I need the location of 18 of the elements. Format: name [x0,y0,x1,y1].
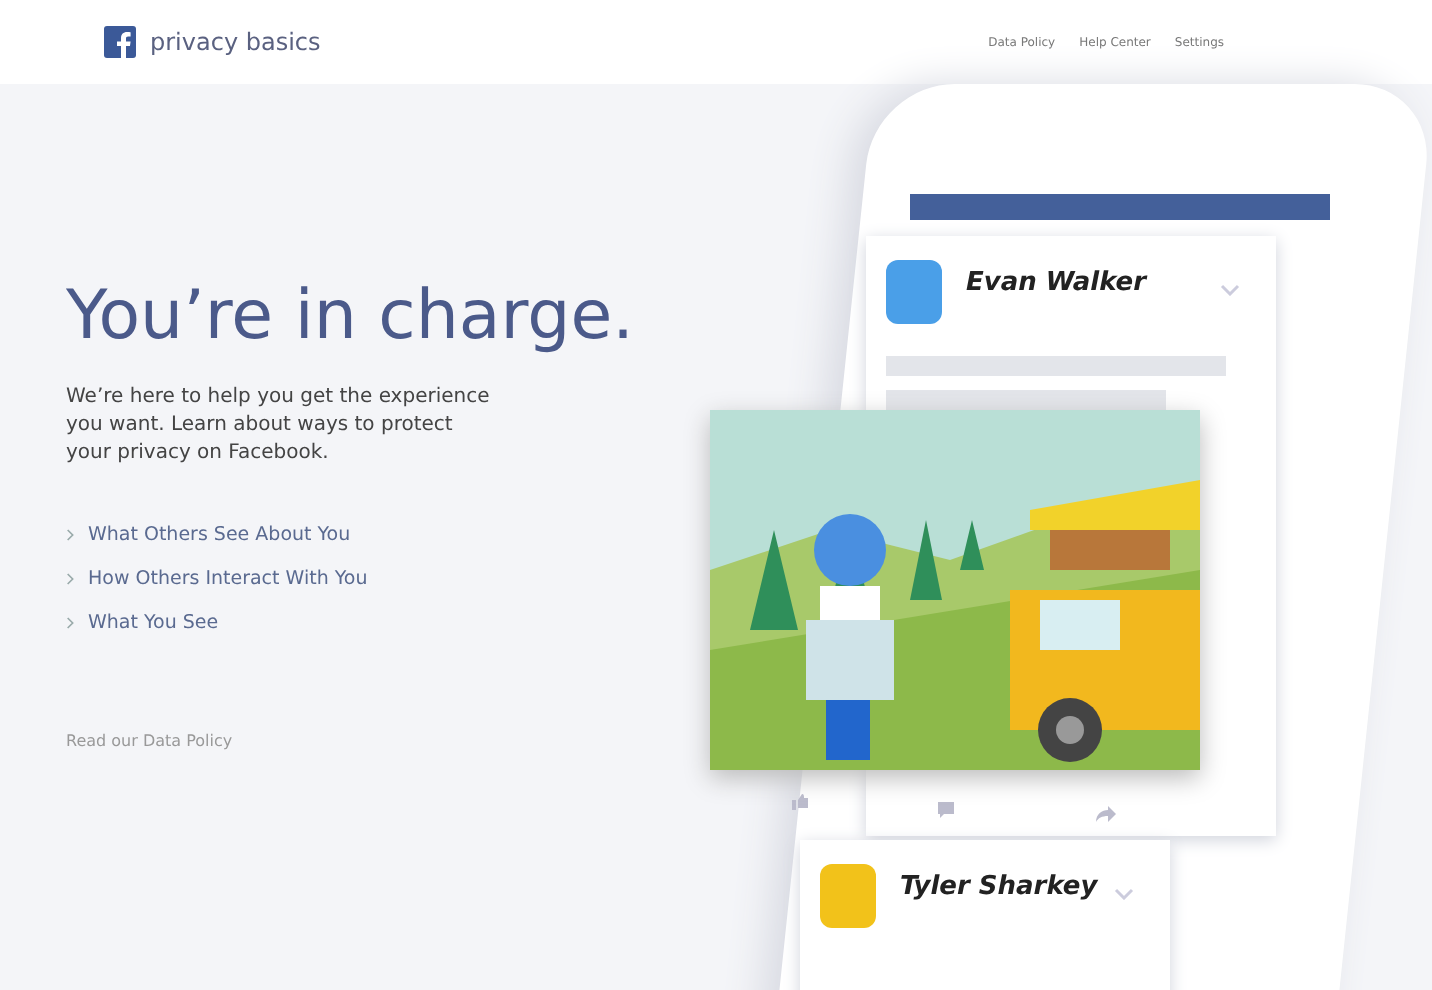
topic-link[interactable]: How Others Interact With You [88,567,368,589]
headline: You’re in charge. [66,276,636,356]
chevron-down-icon [1114,888,1134,900]
post-author: Evan Walker [966,268,1147,298]
share-icon [1096,804,1116,824]
chevron-icon [66,527,76,541]
post-author: Tyler Sharkey [900,872,1098,902]
site-title: privacy basics [150,28,321,56]
data-policy-link[interactable]: Read our Data Policy [66,732,233,750]
chevron-down-icon [1220,284,1240,296]
topic-link[interactable]: What Others See About You [88,523,351,545]
intro-paragraph: We’re here to help you get the experience you want. Learn about ways to protect your privacy on Facebook. [66,384,492,468]
chevron-icon [66,571,76,585]
thumbs-up-icon [790,792,810,812]
topic-link[interactable]: What You See [88,611,219,633]
chevron-icon [66,615,76,629]
facebook-logo-icon [104,26,136,58]
comment-icon [936,800,956,820]
